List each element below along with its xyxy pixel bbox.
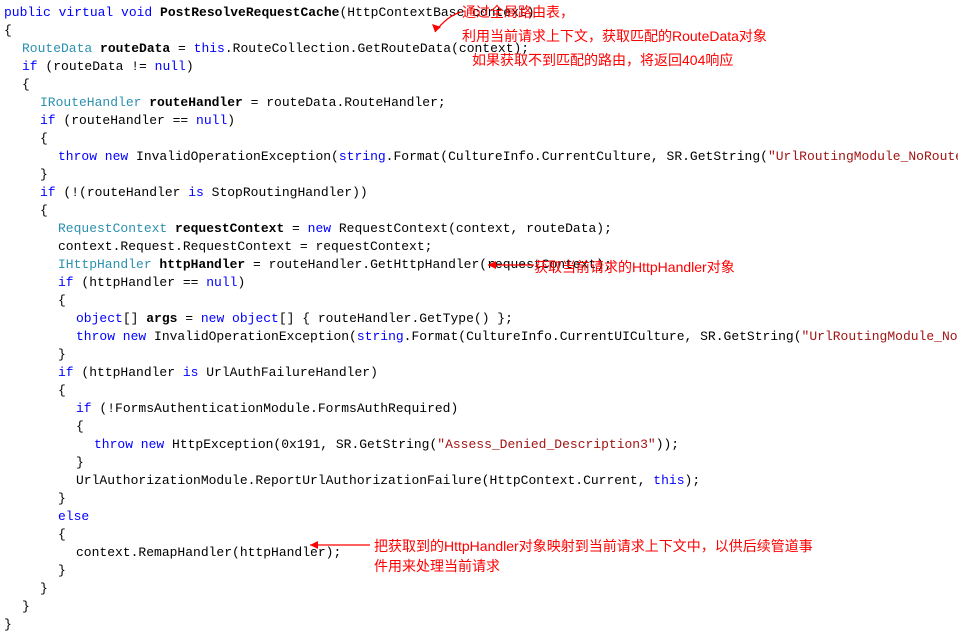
code-line: { bbox=[4, 130, 954, 148]
annotation-1-line3: 如果获取不到匹配的路由，将返回404响应 bbox=[472, 50, 733, 70]
annotation-1-line1: 通过全局路由表， bbox=[462, 2, 574, 22]
code-line: context.Request.RequestContext = request… bbox=[4, 238, 954, 256]
code-line: { bbox=[4, 292, 954, 310]
code-line: if (httpHandler == null) bbox=[4, 274, 954, 292]
code-line: } bbox=[4, 616, 954, 634]
code-line: { bbox=[4, 382, 954, 400]
code-line: RequestContext requestContext = new Requ… bbox=[4, 220, 954, 238]
code-line: } bbox=[4, 490, 954, 508]
arrow-2 bbox=[482, 256, 537, 274]
code-line: if (!FormsAuthenticationModule.FormsAuth… bbox=[4, 400, 954, 418]
annotation-3-line1: 把获取到的HttpHandler对象映射到当前请求上下文中，以供后续管道事 bbox=[374, 536, 813, 556]
code-line: object[] args = new object[] { routeHand… bbox=[4, 310, 954, 328]
arrow-3 bbox=[304, 536, 374, 554]
code-line: throw new InvalidOperationException(stri… bbox=[4, 148, 954, 166]
code-line: else bbox=[4, 508, 954, 526]
code-line: throw new InvalidOperationException(stri… bbox=[4, 328, 954, 346]
code-line: if (httpHandler is UrlAuthFailureHandler… bbox=[4, 364, 954, 382]
code-line: UrlAuthorizationModule.ReportUrlAuthoriz… bbox=[4, 472, 954, 490]
code-line: IHttpHandler httpHandler = routeHandler.… bbox=[4, 256, 954, 274]
code-line: { bbox=[4, 202, 954, 220]
annotation-2: 获取当前请求的HttpHandler对象 bbox=[534, 257, 735, 277]
code-line: } bbox=[4, 598, 954, 616]
code-line: } bbox=[4, 454, 954, 472]
arrow-1 bbox=[429, 8, 464, 38]
code-line: { bbox=[4, 418, 954, 436]
annotation-3-line2: 件用来处理当前请求 bbox=[374, 556, 500, 576]
code-line: throw new HttpException(0x191, SR.GetStr… bbox=[4, 436, 954, 454]
code-line: IRouteHandler routeHandler = routeData.R… bbox=[4, 94, 954, 112]
code-line: { bbox=[4, 76, 954, 94]
code-block: 通过全局路由表， 利用当前请求上下文，获取匹配的RouteData对象 如果获取… bbox=[4, 4, 954, 634]
code-line: if (!(routeHandler is StopRoutingHandler… bbox=[4, 184, 954, 202]
annotation-1-line2: 利用当前请求上下文，获取匹配的RouteData对象 bbox=[462, 26, 767, 46]
code-line: if (routeHandler == null) bbox=[4, 112, 954, 130]
code-line: } bbox=[4, 346, 954, 364]
code-line: } bbox=[4, 580, 954, 598]
code-line: } bbox=[4, 166, 954, 184]
